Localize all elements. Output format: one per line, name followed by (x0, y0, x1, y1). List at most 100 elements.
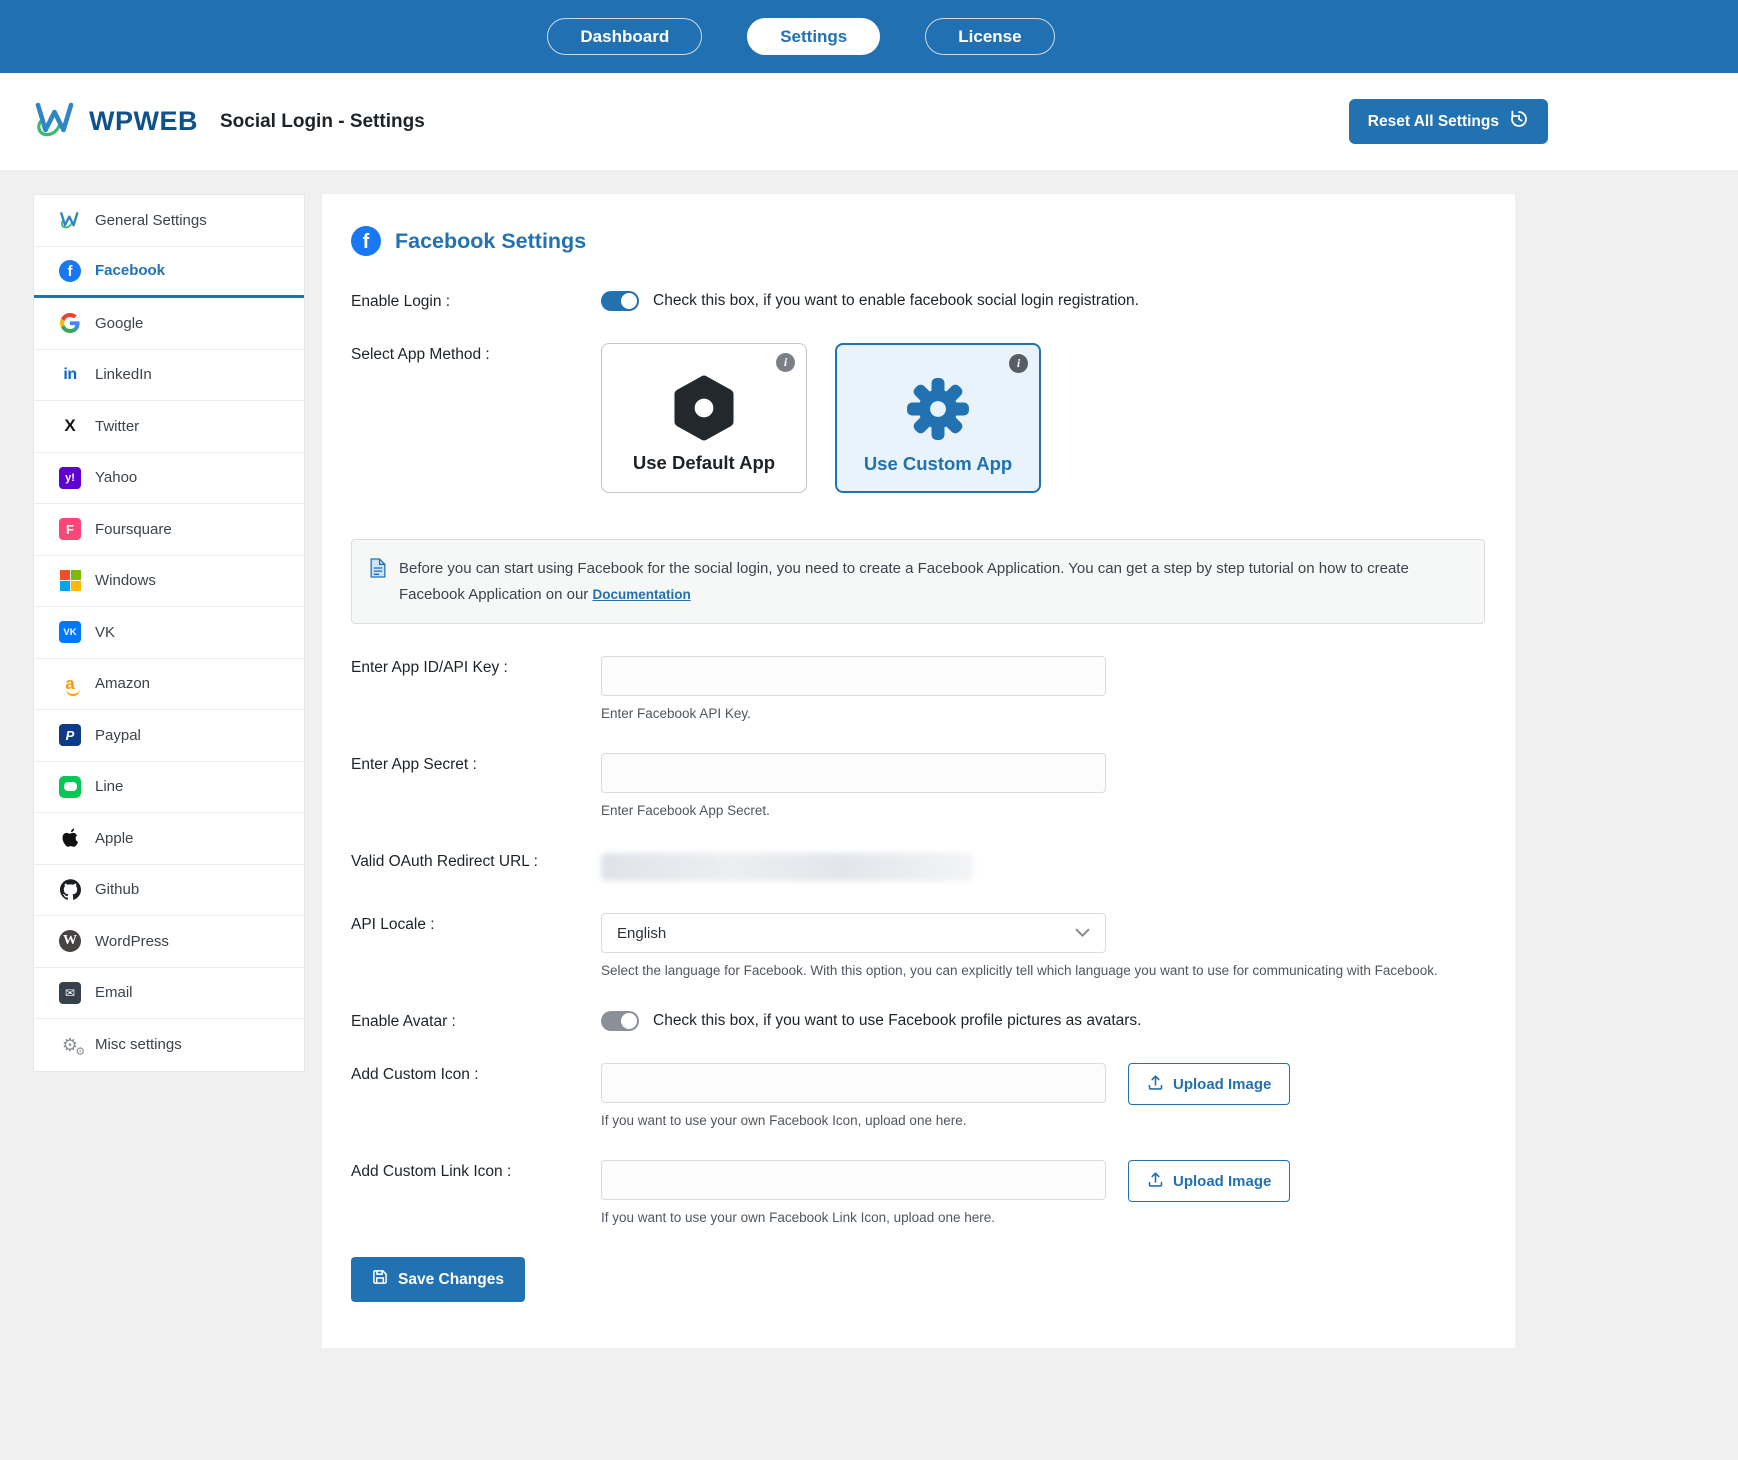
sidebar-item-label: Apple (95, 830, 133, 847)
app-method-label: Select App Method : (351, 343, 601, 493)
sidebar-item-label: Twitter (95, 418, 139, 435)
sidebar-item-label: Foursquare (95, 521, 172, 538)
sidebar-item-linkedin[interactable]: in LinkedIn (34, 350, 304, 402)
content-area: General Settings f Facebook Google (0, 170, 1738, 1428)
save-changes-button[interactable]: Save Changes (351, 1257, 525, 1302)
app-secret-input[interactable] (601, 753, 1106, 793)
sidebar-item-label: Misc settings (95, 1036, 182, 1053)
api-locale-select[interactable]: English (601, 913, 1106, 953)
tab-settings[interactable]: Settings (747, 18, 880, 55)
enable-avatar-row: Enable Avatar : Check this box, if you w… (351, 1010, 1485, 1031)
default-app-card-label: Use Default App (633, 452, 775, 474)
reset-all-settings-button[interactable]: Reset All Settings (1349, 99, 1548, 144)
upload-image-button[interactable]: Upload Image (1128, 1063, 1290, 1105)
sidebar-item-foursquare[interactable]: F Foursquare (34, 504, 304, 556)
enable-login-description: Check this box, if you want to enable fa… (653, 292, 1139, 310)
custom-link-icon-label: Add Custom Link Icon : (351, 1160, 601, 1225)
foursquare-icon: F (58, 517, 82, 541)
enable-login-row: Enable Login : Check this box, if you wa… (351, 290, 1485, 311)
misc-settings-gears-icon: ⚙⚙ (58, 1033, 82, 1057)
sidebar-item-github[interactable]: Github (34, 865, 304, 917)
info-icon[interactable]: i (1009, 354, 1028, 373)
custom-icon-input[interactable] (601, 1063, 1106, 1103)
sidebar-item-misc-settings[interactable]: ⚙⚙ Misc settings (34, 1019, 304, 1071)
custom-link-icon-helper: If you want to use your own Facebook Lin… (601, 1210, 1106, 1225)
custom-app-gear-icon (902, 367, 974, 451)
sidebar-item-apple[interactable]: Apple (34, 813, 304, 865)
enable-avatar-description: Check this box, if you want to use Faceb… (653, 1012, 1142, 1030)
use-custom-app-card[interactable]: i (835, 343, 1041, 493)
brand: WPWEB (33, 99, 198, 144)
app-id-label: Enter App ID/API Key : (351, 656, 601, 721)
use-default-app-card[interactable]: i Use Default App (601, 343, 807, 493)
custom-link-icon-input[interactable] (601, 1160, 1106, 1200)
toggle-knob (621, 1013, 637, 1029)
yahoo-icon: y! (58, 466, 82, 490)
sidebar-item-label: Github (95, 881, 139, 898)
wpweb-logo-icon (33, 99, 79, 144)
app-secret-helper: Enter Facebook App Secret. (601, 803, 1485, 818)
facebook-settings-panel: f Facebook Settings Enable Login : Check… (322, 194, 1515, 1348)
sidebar-item-label: Yahoo (95, 469, 137, 486)
info-notice: Before you can start using Facebook for … (351, 539, 1485, 624)
info-icon[interactable]: i (776, 353, 795, 372)
app-method-row: Select App Method : i Use Default App (351, 343, 1485, 493)
upload-image-button[interactable]: Upload Image (1128, 1160, 1290, 1202)
sidebar-item-vk[interactable]: VK VK (34, 607, 304, 659)
sidebar-item-label: Email (95, 984, 133, 1001)
reset-all-settings-label: Reset All Settings (1368, 113, 1499, 131)
sidebar-item-facebook[interactable]: f Facebook (34, 247, 304, 299)
api-locale-row: API Locale : English Select the language… (351, 913, 1485, 978)
amazon-icon: a (58, 672, 82, 696)
email-envelope-icon: ✉ (58, 981, 82, 1005)
api-locale-label: API Locale : (351, 913, 601, 978)
sidebar-item-line[interactable]: Line (34, 762, 304, 814)
sidebar-item-google[interactable]: Google (34, 298, 304, 350)
enable-avatar-label: Enable Avatar : (351, 1010, 601, 1031)
sidebar-item-label: Windows (95, 572, 156, 589)
sidebar-item-label: VK (95, 624, 115, 641)
upload-icon (1147, 1171, 1164, 1192)
save-changes-label: Save Changes (398, 1271, 504, 1289)
document-icon (370, 558, 386, 583)
sidebar-item-email[interactable]: ✉ Email (34, 968, 304, 1020)
wordpress-icon: W (58, 929, 82, 953)
api-locale-helper: Select the language for Facebook. With t… (601, 963, 1485, 978)
documentation-link[interactable]: Documentation (592, 587, 690, 602)
save-icon (372, 1269, 388, 1290)
custom-icon-label: Add Custom Icon : (351, 1063, 601, 1128)
tab-dashboard[interactable]: Dashboard (547, 18, 702, 55)
sidebar-item-paypal[interactable]: P Paypal (34, 710, 304, 762)
toggle-knob (621, 293, 637, 309)
app-method-cards: i Use Default App i (601, 343, 1485, 493)
vk-icon: VK (58, 620, 82, 644)
default-app-hexagon-icon (668, 366, 740, 450)
sidebar-item-twitter[interactable]: X Twitter (34, 401, 304, 453)
line-icon (58, 775, 82, 799)
reset-history-icon (1509, 109, 1529, 134)
linkedin-icon: in (58, 363, 82, 387)
sidebar-item-wordpress[interactable]: W WordPress (34, 916, 304, 968)
tab-license[interactable]: License (925, 18, 1054, 55)
sidebar-item-amazon[interactable]: a Amazon (34, 659, 304, 711)
notice-text: Before you can start using Facebook for … (399, 556, 1466, 607)
sidebar-item-label: Line (95, 778, 123, 795)
top-nav-tabs: Dashboard Settings License (547, 18, 1054, 55)
sidebar-item-yahoo[interactable]: y! Yahoo (34, 453, 304, 505)
settings-sidebar: General Settings f Facebook Google (33, 194, 305, 1072)
sidebar-item-label: Facebook (95, 262, 165, 279)
sidebar-item-label: Paypal (95, 727, 141, 744)
windows-icon (58, 569, 82, 593)
sidebar-item-windows[interactable]: Windows (34, 556, 304, 608)
sidebar-item-label: Google (95, 315, 143, 332)
notice-body: Before you can start using Facebook for … (399, 560, 1409, 603)
sidebar-item-label: WordPress (95, 933, 169, 950)
page-title: Social Login - Settings (220, 111, 425, 133)
sidebar-item-label: Amazon (95, 675, 150, 692)
enable-login-toggle[interactable] (601, 291, 639, 311)
enable-avatar-toggle[interactable] (601, 1011, 639, 1031)
enable-login-label: Enable Login : (351, 290, 601, 311)
sidebar-item-general-settings[interactable]: General Settings (34, 195, 304, 247)
app-id-input[interactable] (601, 656, 1106, 696)
app-secret-row: Enter App Secret : Enter Facebook App Se… (351, 753, 1485, 818)
